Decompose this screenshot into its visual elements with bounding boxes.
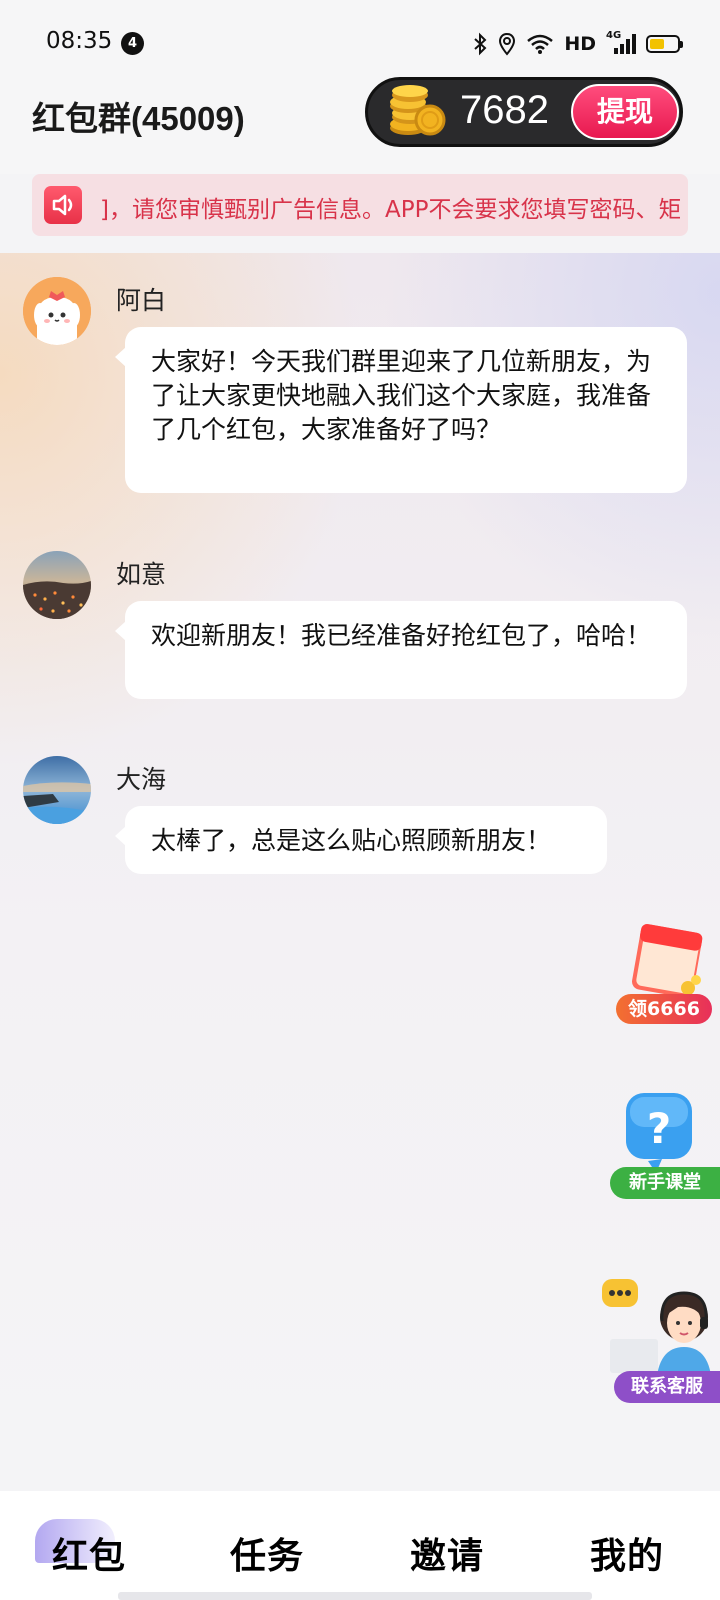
avatar[interactable] [23,277,91,345]
coin-balance: 7682 [460,88,549,132]
reward-float-button[interactable]: 领6666 [616,918,720,1028]
wifi-icon [527,34,554,54]
bluetooth-icon [474,32,487,56]
sender-name: 如意 [116,560,167,589]
home-indicator [118,1592,592,1600]
network-hd-label: HD [564,33,596,55]
battery-icon [646,35,683,53]
status-icons: HD 4G [472,28,683,60]
message-bubble: 大家好！今天我们群里迎来了几位新朋友，为了让大家更快地融入我们这个大家庭，我准备… [115,327,687,493]
page-title: 红包群(45009) [32,100,245,137]
nav-item-tasks[interactable]: 任务 [230,1527,304,1579]
nav-item-hongbao[interactable]: 红包 [52,1527,126,1579]
reward-float-label: 领6666 [616,994,712,1024]
location-icon [499,32,516,56]
notice-banner[interactable]: ]，请您审慎甄别广告信息。APP不会要求您填写密码、矩 [32,174,688,236]
svg-text:?: ? [647,1104,671,1153]
chat-area[interactable]: 阿白 大家好！今天我们群里迎来了几位新朋友，为了让大家更快地融入我们这个大家庭，… [0,253,720,1491]
speaker-icon [44,186,82,224]
sender-name: 阿白 [116,286,167,315]
avatar[interactable] [23,551,91,619]
support-float-button[interactable]: 联系客服 [600,1273,720,1403]
notice-text: ]，请您审慎甄别广告信息。APP不会要求您填写密码、矩 [100,197,680,223]
coin-balance-pill[interactable]: 7682 提现 [365,77,683,147]
gold-coins-icon [390,85,446,136]
customer-service-icon [602,1279,712,1385]
tutorial-float-button[interactable]: ? 新手课堂 [610,1091,720,1201]
status-time: 08:35 [46,28,113,54]
sender-name: 大海 [116,765,167,794]
message-bubble: 太棒了，总是这么贴心照顾新朋友！ [115,806,607,874]
avatar[interactable] [23,756,91,824]
support-float-label: 联系客服 [614,1371,720,1403]
status-bar: 08:35 4 HD 4G [0,0,720,88]
nav-item-invite[interactable]: 邀请 [410,1527,484,1579]
message-bubble: 欢迎新朋友！我已经准备好抢红包了，哈哈！ [115,601,687,699]
tutorial-float-label: 新手课堂 [610,1167,720,1199]
bottom-nav: 红包 任务 邀请 我的 [0,1491,720,1600]
signal-icon: 4G [606,30,636,56]
notification-count-badge: 4 [121,32,144,55]
header: 红包群(45009) 7682 提现 [0,77,720,174]
nav-item-mine[interactable]: 我的 [590,1527,664,1579]
withdraw-button[interactable]: 提现 [571,84,679,140]
